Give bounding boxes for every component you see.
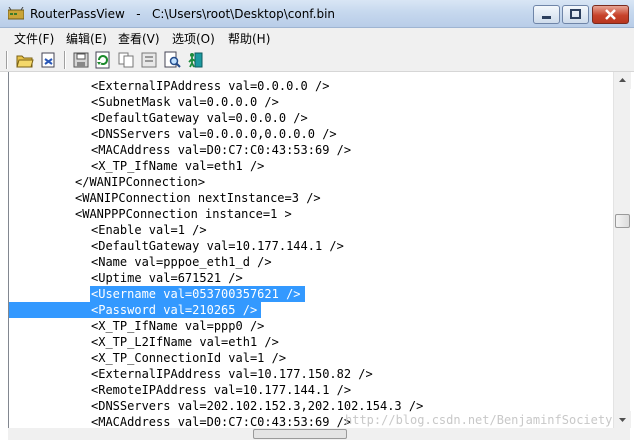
arrow-down-icon xyxy=(619,418,626,422)
config-text-view[interactable]: <ExternalIPAddress val=0.0.0.0 /> <Subnet… xyxy=(8,72,613,428)
scroll-up-button[interactable] xyxy=(614,72,631,89)
config-line[interactable]: <Uptime val=671521 /> xyxy=(91,270,243,286)
config-line[interactable]: <Name val=pppoe_eth1_d /> xyxy=(91,254,272,270)
config-line[interactable]: <RemoteIPAddress val=10.177.144.1 /> xyxy=(91,382,351,398)
config-line[interactable]: <WANPPPConnection instance=1 > xyxy=(75,206,292,222)
config-line[interactable]: <Enable val=1 /> xyxy=(91,222,207,238)
menu-options[interactable]: 选项(O) xyxy=(172,30,215,47)
config-line[interactable]: <MACAddress val=D0:C7:C0:43:53:69 /> xyxy=(91,142,351,158)
arrow-up-icon xyxy=(619,78,626,82)
selected-config-line[interactable]: <Password val=210265 /> xyxy=(9,302,262,318)
config-line[interactable]: <DNSServers val=0.0.0.0,0.0.0.0 /> xyxy=(91,126,337,142)
window-title: RouterPassView - C:\Users\root\Desktop\c… xyxy=(30,7,336,21)
config-line[interactable]: <DefaultGateway val=0.0.0.0 /> xyxy=(91,110,308,126)
refresh-icon[interactable] xyxy=(94,51,112,69)
minimize-button[interactable] xyxy=(533,5,560,24)
selected-config-line[interactable]: <Username val=053700357621 /> xyxy=(90,286,305,302)
config-line[interactable]: <ExternalIPAddress val=0.0.0.0 /> xyxy=(91,78,329,94)
config-line[interactable]: </WANIPConnection> xyxy=(75,174,205,190)
title-bar: RouterPassView - C:\Users\root\Desktop\c… xyxy=(0,0,634,28)
config-line[interactable]: <X_TP_IfName val=ppp0 /> xyxy=(91,318,264,334)
menu-help[interactable]: 帮助(H) xyxy=(228,30,270,47)
horizontal-scroll-thumb[interactable] xyxy=(253,429,347,439)
open-config-icon[interactable] xyxy=(40,51,58,69)
config-line[interactable]: <ExternalIPAddress val=10.177.150.82 /> xyxy=(91,366,373,382)
menu-file[interactable]: 文件(F) xyxy=(14,30,54,47)
close-button[interactable] xyxy=(592,5,629,24)
vertical-scroll-thumb[interactable] xyxy=(615,214,630,228)
vertical-scrollbar[interactable] xyxy=(613,72,631,428)
save-icon[interactable] xyxy=(72,51,90,69)
minimize-icon xyxy=(542,16,551,19)
config-line[interactable]: <X_TP_IfName val=eth1 /> xyxy=(91,158,264,174)
config-line[interactable]: <SubnetMask val=0.0.0.0 /> xyxy=(91,94,279,110)
find-icon[interactable] xyxy=(163,51,181,69)
toolbar-grip xyxy=(6,51,8,69)
config-line[interactable]: <DNSServers val=202.102.152.3,202.102.15… xyxy=(91,398,423,414)
horizontal-scrollbar[interactable] xyxy=(8,428,630,440)
config-line[interactable]: <MACAddress val=D0:C7:C0:43:53:69 /> xyxy=(91,414,351,428)
config-line[interactable]: <WANIPConnection nextInstance=3 /> xyxy=(75,190,321,206)
properties-icon[interactable] xyxy=(140,51,158,69)
maximize-icon xyxy=(570,9,581,19)
menu-bar: 文件(F) 编辑(E) 查看(V) 选项(O) 帮助(H) xyxy=(0,28,634,47)
config-line[interactable]: <DefaultGateway val=10.177.144.1 /> xyxy=(91,238,344,254)
config-line[interactable]: <X_TP_ConnectionId val=1 /> xyxy=(91,350,286,366)
exit-icon[interactable] xyxy=(186,51,204,69)
open-folder-icon[interactable] xyxy=(16,51,34,69)
close-icon xyxy=(605,9,616,20)
config-line[interactable]: <X_TP_L2IfName val=eth1 /> xyxy=(91,334,279,350)
toolbar-separator xyxy=(64,51,66,69)
copy-icon[interactable] xyxy=(117,51,135,69)
maximize-button[interactable] xyxy=(562,5,589,24)
watermark: http://blog.csdn.net/BenjaminfSociety xyxy=(345,413,613,427)
scroll-down-button[interactable] xyxy=(614,411,631,428)
menu-view[interactable]: 查看(V) xyxy=(118,30,160,47)
menu-edit[interactable]: 编辑(E) xyxy=(66,30,107,47)
toolbar xyxy=(0,47,634,72)
router-app-icon xyxy=(8,7,24,20)
